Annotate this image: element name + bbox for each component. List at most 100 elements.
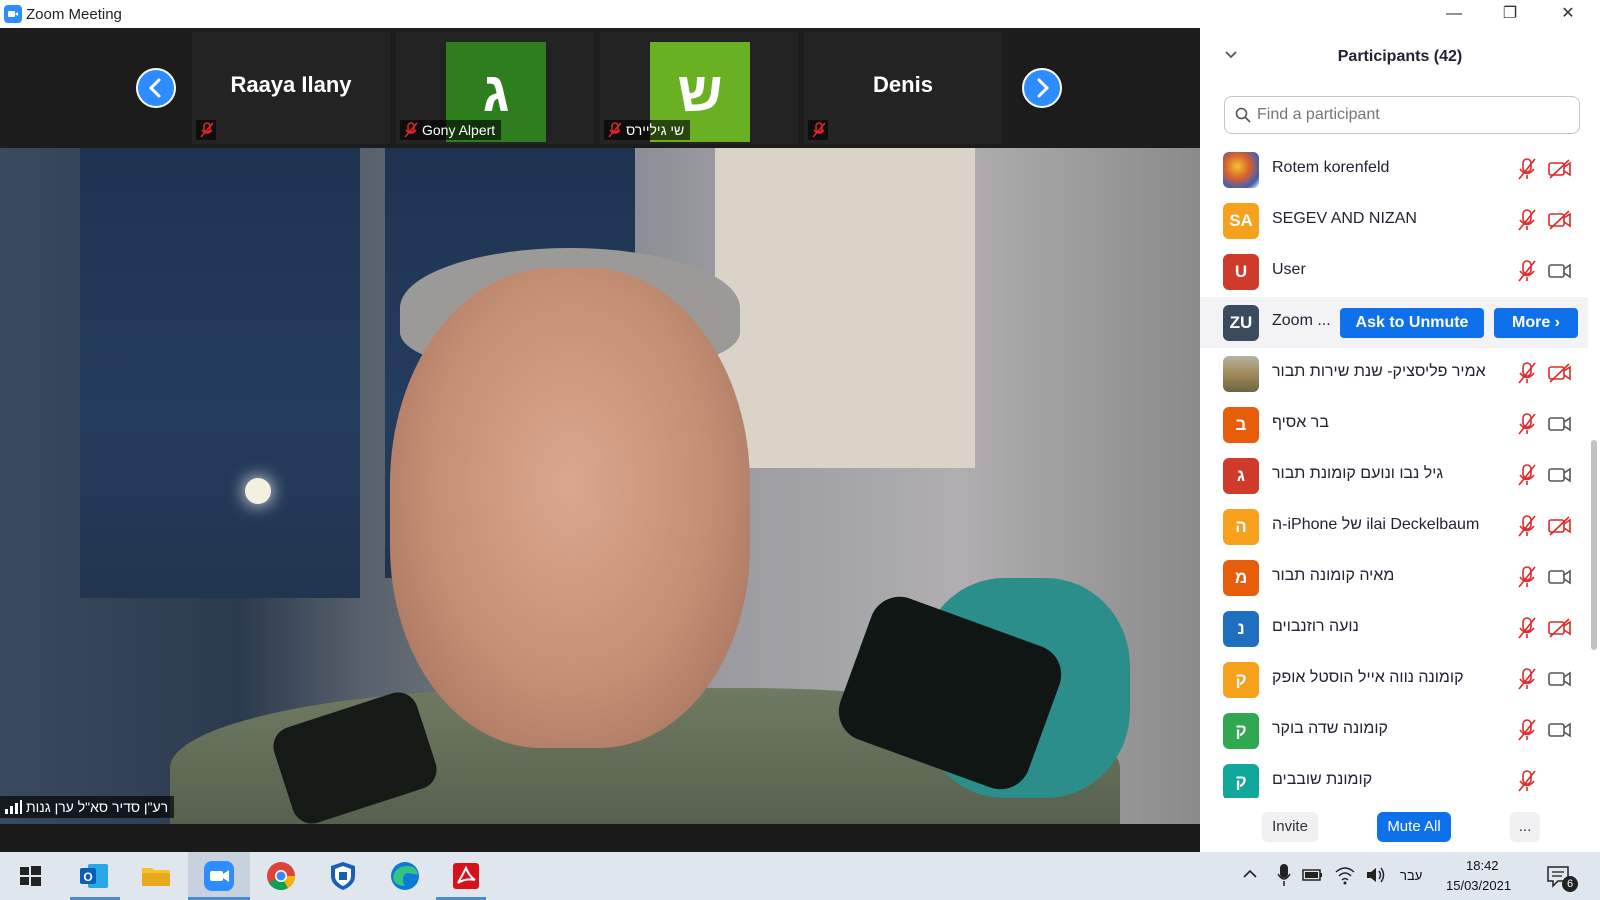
participant-name: בר אסיף [1272, 414, 1329, 431]
participant-row[interactable]: נ נועה רוזנבוים [1200, 603, 1588, 654]
panel-footer: Invite Mute All ... [1200, 798, 1600, 852]
avatar-image [1223, 152, 1259, 188]
language-indicator[interactable]: עבר [1400, 868, 1422, 883]
video-on-icon[interactable] [1548, 465, 1572, 485]
restore-button[interactable]: ❐ [1482, 0, 1538, 28]
participant-list-scrollbar[interactable] [1591, 440, 1597, 650]
video-on-icon[interactable] [1548, 720, 1572, 740]
participant-row[interactable]: ב בר אסיף [1200, 399, 1588, 450]
outlook-icon[interactable]: O [76, 858, 112, 894]
mic-muted-icon [404, 122, 418, 138]
volume-icon[interactable] [1364, 864, 1386, 886]
mic-muted-icon[interactable] [1516, 667, 1538, 691]
avatar-initials: ג [1223, 458, 1259, 494]
video-on-icon[interactable] [1548, 414, 1572, 434]
minimize-button[interactable]: — [1426, 0, 1482, 28]
video-on-icon[interactable] [1548, 669, 1572, 689]
mute-badge [196, 120, 216, 140]
video-footer-area [0, 824, 1200, 852]
mic-muted-icon[interactable] [1516, 208, 1538, 232]
tile-label: Gony Alpert [400, 120, 502, 140]
chevron-up-icon[interactable] [1240, 864, 1260, 884]
participant-row[interactable]: U User [1200, 246, 1588, 297]
ask-to-unmute-button[interactable]: Ask to Unmute [1340, 308, 1484, 338]
mic-muted-icon[interactable] [1516, 412, 1538, 436]
window-title: Zoom Meeting [26, 6, 122, 23]
video-off-icon[interactable] [1548, 159, 1572, 179]
chevron-left-icon [148, 78, 161, 98]
video-tile[interactable]: Raaya Ilany [192, 32, 390, 144]
more-button[interactable]: More › [1494, 308, 1578, 338]
mic-muted-icon[interactable] [1516, 514, 1538, 538]
search-input[interactable] [1257, 103, 1567, 127]
next-page-button[interactable] [1022, 68, 1062, 108]
defender-shield-icon[interactable] [325, 858, 361, 894]
svg-text:O: O [83, 870, 92, 884]
video-tile[interactable]: ש שי גיליירס [600, 32, 798, 144]
participant-row[interactable]: מ מאיה קומונה תבור [1200, 552, 1588, 603]
avatar-initials: SA [1223, 203, 1259, 239]
video-tile[interactable]: Denis [804, 32, 1002, 144]
mic-muted-icon[interactable] [1516, 259, 1538, 283]
avatar-initials: ק [1223, 713, 1259, 749]
video-on-icon[interactable] [1548, 261, 1572, 281]
more-options-button[interactable]: ... [1510, 812, 1540, 842]
edge-icon[interactable] [387, 858, 423, 894]
invite-button[interactable]: Invite [1262, 812, 1318, 842]
participant-search[interactable] [1224, 96, 1580, 134]
mute-badge [808, 120, 828, 140]
video-tile[interactable]: ג Gony Alpert [396, 32, 594, 144]
participant-row[interactable]: Rotem korenfeld [1200, 144, 1588, 195]
participant-name: קומונה נווה אייל הוסטל אופק [1272, 669, 1464, 686]
windows-start-icon[interactable] [12, 858, 48, 894]
participant-name: Rotem korenfeld [1272, 159, 1390, 176]
video-on-icon[interactable] [1548, 567, 1572, 587]
participant-name: Denis [873, 72, 933, 97]
mic-muted-icon[interactable] [1516, 616, 1538, 640]
participant-name: אמיר פליסציק- שנת שירות תבור [1272, 363, 1486, 380]
mute-all-button[interactable]: Mute All [1377, 812, 1451, 842]
video-off-icon[interactable] [1548, 516, 1572, 536]
participant-row[interactable]: ג גיל נבו ונועם קומונת תבור [1200, 450, 1588, 501]
participant-row[interactable]: ק קומונה נווה אייל הוסטל אופק [1200, 654, 1588, 705]
search-icon [1235, 107, 1251, 123]
video-off-icon[interactable] [1548, 210, 1572, 230]
participant-row[interactable]: SA SEGEV AND NIZAN [1200, 195, 1588, 246]
title-bar: Zoom Meeting — ❐ ✕ [0, 0, 1600, 28]
zoom-app-icon[interactable] [201, 858, 237, 894]
mic-muted-icon[interactable] [1516, 718, 1538, 742]
participant-row-hovered[interactable]: ZU Zoom ... Ask to Unmute More › [1200, 297, 1588, 348]
avatar-initials: U [1223, 254, 1259, 290]
mic-muted-icon [200, 122, 214, 138]
participant-name: ה-iPhone של ilai Deckelbaum [1272, 516, 1480, 533]
avatar-initials: ק [1223, 764, 1259, 800]
chrome-icon[interactable] [263, 858, 299, 894]
avatar-initials: ה [1223, 509, 1259, 545]
active-speaker-video[interactable]: רע"ן סדיר סא"ל ערן גנות [0, 148, 1200, 824]
participant-row[interactable]: אמיר פליסציק- שנת שירות תבור [1200, 348, 1588, 399]
participant-name: User [1272, 261, 1306, 278]
microphone-icon[interactable] [1276, 862, 1292, 888]
clock-date[interactable]: 15/03/2021 [1446, 878, 1511, 893]
acrobat-icon[interactable] [448, 858, 484, 894]
mic-muted-icon[interactable] [1516, 361, 1538, 385]
mic-muted-icon[interactable] [1516, 769, 1538, 793]
close-button[interactable]: ✕ [1540, 0, 1596, 28]
clock-time[interactable]: 18:42 [1466, 858, 1499, 873]
battery-icon[interactable] [1302, 866, 1324, 884]
video-strip: Raaya Ilany ג Gony Alpert ש שי גיליירס D… [0, 28, 1200, 148]
mic-muted-icon[interactable] [1516, 157, 1538, 181]
video-off-icon[interactable] [1548, 618, 1572, 638]
file-explorer-icon[interactable] [138, 858, 174, 894]
previous-page-button[interactable] [136, 68, 176, 108]
video-off-icon[interactable] [1548, 363, 1572, 383]
participant-row[interactable]: ה ה-iPhone של ilai Deckelbaum [1200, 501, 1588, 552]
mic-muted-icon[interactable] [1516, 565, 1538, 589]
wifi-icon[interactable] [1334, 864, 1356, 886]
signal-strength-icon [5, 800, 22, 814]
participant-row[interactable]: ק קומונה שדה בוקר [1200, 705, 1588, 756]
mic-muted-icon [608, 122, 622, 138]
mic-muted-icon[interactable] [1516, 463, 1538, 487]
participant-name: Raaya Ilany [230, 72, 352, 97]
speaker-face [390, 268, 750, 748]
